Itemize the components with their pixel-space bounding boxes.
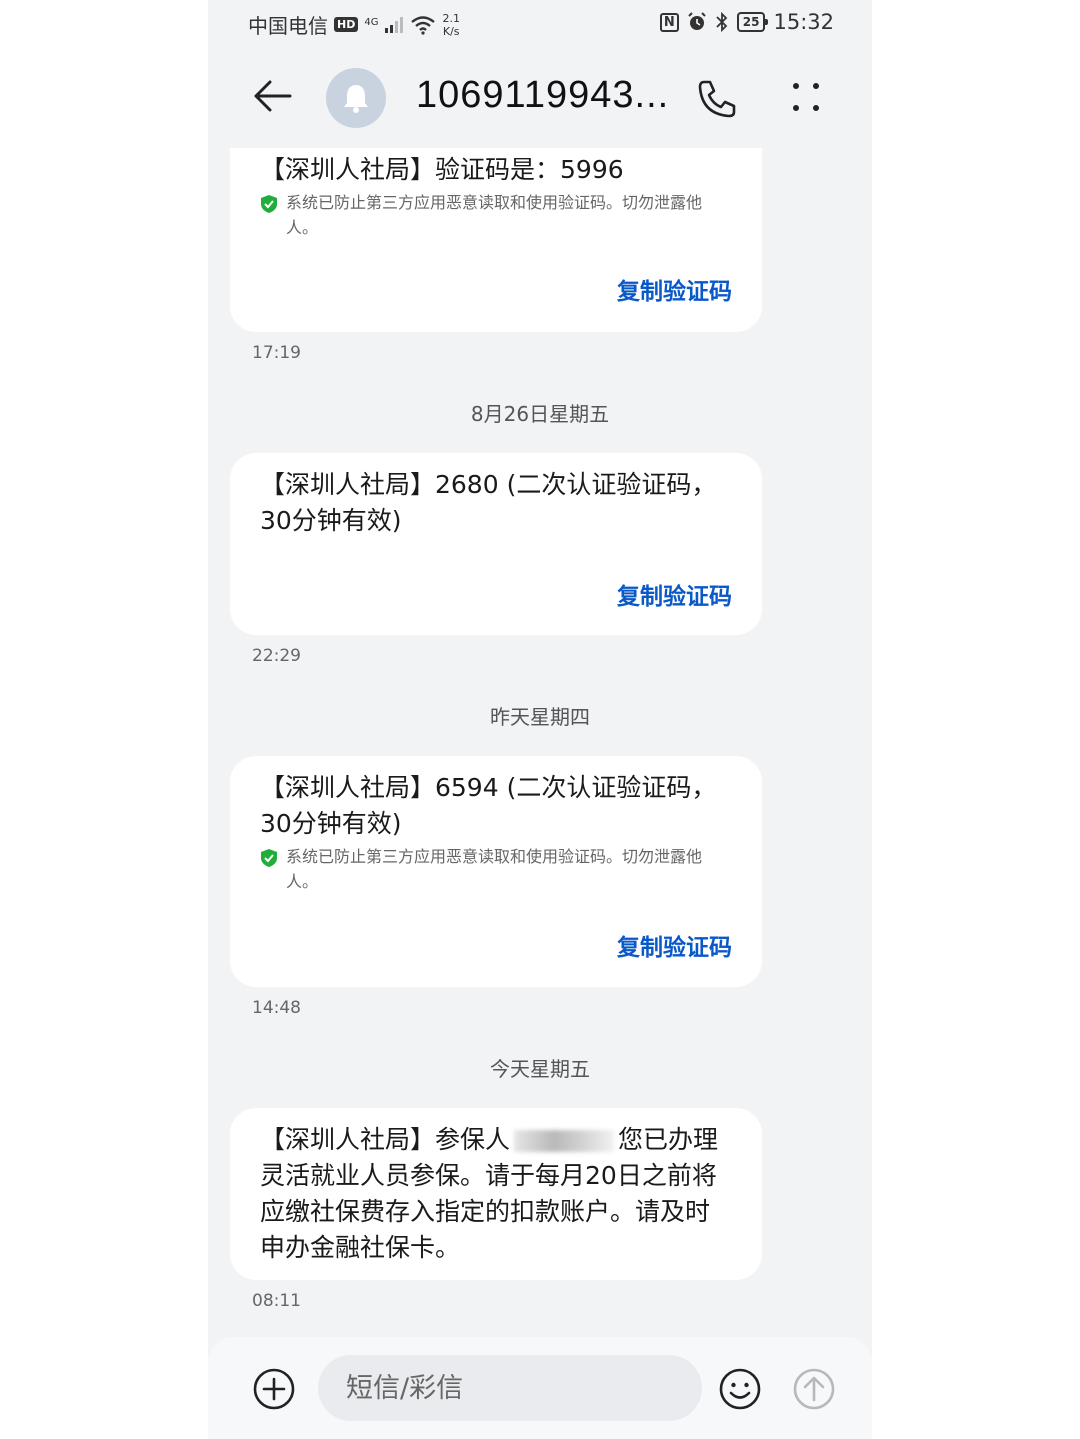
message-text-start: 【深圳人社局】参保人 xyxy=(260,1125,511,1154)
contact-avatar[interactable] xyxy=(326,68,386,128)
composer-bar xyxy=(208,1337,872,1439)
date-separator: 8月26日星期五 xyxy=(470,402,610,426)
send-icon[interactable] xyxy=(792,1367,836,1411)
network-speed: 2.1 K/s xyxy=(442,12,460,38)
message-bubble[interactable]: 【深圳人社局】2680 (二次认证验证码，30分钟有效) 复制验证码 xyxy=(230,453,762,635)
copy-code-button[interactable]: 复制验证码 xyxy=(617,928,732,962)
message-time: 22:29 xyxy=(252,646,301,666)
bluetooth-icon xyxy=(716,12,728,32)
status-right: N 25 15:32 xyxy=(659,10,834,34)
message-text: 【深圳人社局】参保人 您已办理灵活就业人员参保。请于每月20日之前将应缴社保费存入… xyxy=(260,1122,732,1266)
conversation-header: 1069119943... xyxy=(208,60,872,140)
message-text: 【深圳人社局】2680 (二次认证验证码，30分钟有效) xyxy=(260,470,717,535)
add-attachment-icon[interactable] xyxy=(252,1367,296,1411)
messaging-screen: 中国电信 HD 4G 2.1 K/s N 25 15:32 1069119943… xyxy=(208,0,872,1439)
nfc-icon: N xyxy=(659,12,679,32)
status-time: 15:32 xyxy=(773,10,834,34)
message-time: 14:48 xyxy=(252,998,301,1018)
signal-icon xyxy=(385,16,404,33)
date-separator: 今天星期五 xyxy=(490,1057,590,1081)
message-bubble[interactable]: 【深圳人社局】参保人 您已办理灵活就业人员参保。请于每月20日之前将应缴社保费存入… xyxy=(230,1108,762,1280)
speed-unit: K/s xyxy=(442,24,460,38)
bell-icon xyxy=(344,85,368,113)
security-note-text: 系统已防止第三方应用恶意读取和使用验证码。切勿泄露他人。 xyxy=(286,193,703,237)
hd-badge: HD xyxy=(334,17,359,32)
wifi-icon xyxy=(411,15,436,35)
message-text: 【深圳人社局】6594 (二次认证验证码，30分钟有效) xyxy=(260,773,717,838)
copy-code-button[interactable]: 复制验证码 xyxy=(617,272,732,306)
shield-icon xyxy=(261,849,277,867)
battery-indicator: 25 xyxy=(736,12,769,32)
status-bar: 中国电信 HD 4G 2.1 K/s N 25 15:32 xyxy=(208,0,872,50)
security-note-text: 系统已防止第三方应用恶意读取和使用验证码。切勿泄露他人。 xyxy=(286,847,703,891)
copy-code-button[interactable]: 复制验证码 xyxy=(617,577,732,611)
security-note: 系统已防止第三方应用恶意读取和使用验证码。切勿泄露他人。 xyxy=(260,190,732,240)
message-bubble[interactable]: 【深圳人社局】6594 (二次认证验证码，30分钟有效) 系统已防止第三方应用恶… xyxy=(230,756,762,987)
back-arrow-icon[interactable] xyxy=(252,76,292,116)
emoji-icon[interactable] xyxy=(718,1367,762,1411)
more-options-icon[interactable] xyxy=(790,80,822,114)
contact-number[interactable]: 1069119943... xyxy=(416,74,669,117)
phone-call-icon[interactable] xyxy=(696,78,738,120)
message-bubble[interactable]: 【深圳人社局】验证码是：5996 系统已防止第三方应用恶意读取和使用验证码。切勿… xyxy=(230,148,762,332)
carrier-name: 中国电信 xyxy=(248,14,328,38)
network-type: 4G xyxy=(364,17,379,28)
redacted-name xyxy=(514,1130,615,1152)
message-time: 17:19 xyxy=(252,343,301,363)
status-left: 中国电信 HD 4G 2.1 K/s xyxy=(248,10,460,39)
alarm-icon xyxy=(688,12,706,30)
speed-value: 2.1 xyxy=(442,11,460,25)
message-time: 08:11 xyxy=(252,1291,301,1311)
message-text: 【深圳人社局】验证码是：5996 xyxy=(260,155,624,184)
shield-icon xyxy=(261,195,277,213)
date-separator: 昨天星期四 xyxy=(490,705,590,729)
message-input[interactable] xyxy=(318,1355,702,1421)
security-note: 系统已防止第三方应用恶意读取和使用验证码。切勿泄露他人。 xyxy=(260,844,732,894)
